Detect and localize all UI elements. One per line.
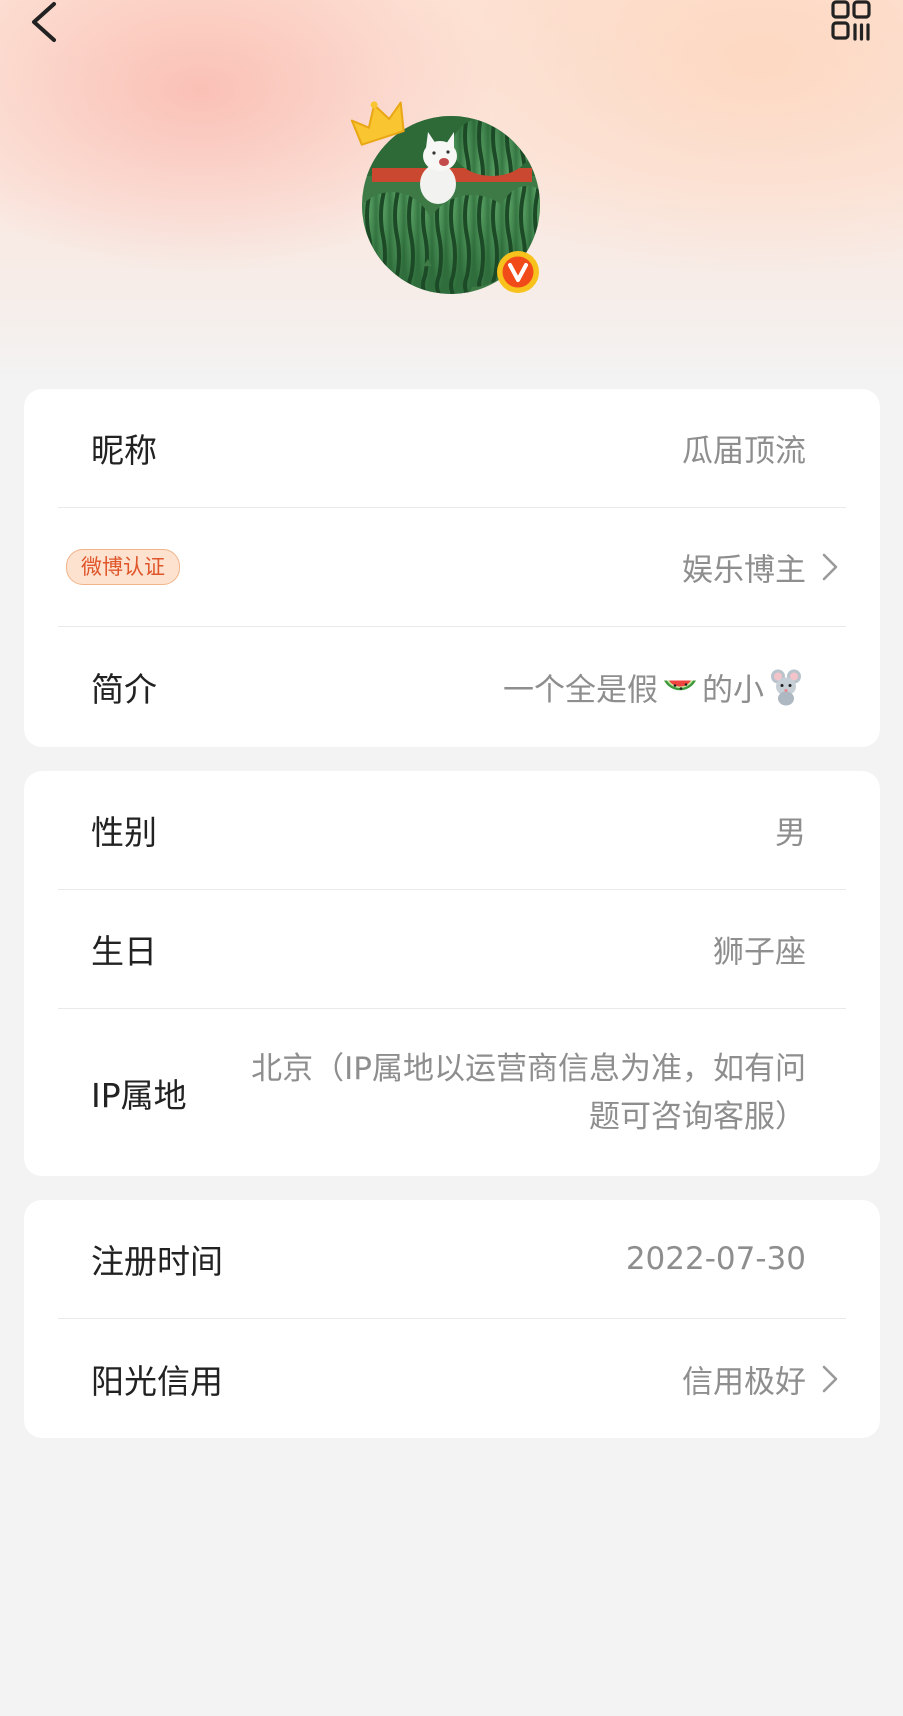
bio-text-part1: 一个全是假 — [503, 672, 658, 708]
certification-value: 娱乐博主 — [682, 552, 806, 589]
sunshine-credit-value: 信用极好 — [682, 1364, 806, 1400]
register-time-row[interactable]: 注册时间 2022-07-30 — [58, 1200, 846, 1319]
gender-label: 性别 — [91, 813, 157, 852]
chevron-right-icon — [822, 1365, 838, 1392]
weibo-cert-badge: 微博认证 — [66, 549, 180, 585]
bio-row[interactable]: 简介 一个全是假 的小 — [58, 627, 846, 746]
gender-row[interactable]: 性别 男 — [58, 771, 846, 890]
ip-location-label: IP属地 — [91, 1075, 187, 1115]
qr-code-button[interactable] — [826, 0, 876, 50]
sunshine-credit-row[interactable]: 阳光信用 信用极好 — [58, 1319, 846, 1438]
avatar-container[interactable] — [350, 101, 540, 294]
bio-text-part2: 的小 — [702, 672, 764, 708]
gender-value: 男 — [775, 815, 806, 852]
account-info-card: 注册时间 2022-07-30 阳光信用 信用极好 — [24, 1200, 880, 1438]
basic-info-card: 昵称 瓜届顶流 微博认证 娱乐博主 简介 一个全是假 的小 — [24, 389, 880, 747]
crown-icon — [350, 101, 405, 146]
birthday-label: 生日 — [91, 932, 157, 971]
nickname-row[interactable]: 昵称 瓜届顶流 — [58, 389, 846, 508]
sunshine-credit-label: 阳光信用 — [91, 1361, 223, 1401]
watermelon-emoji-icon — [664, 680, 696, 691]
birthday-row[interactable]: 生日 狮子座 — [58, 890, 846, 1009]
qr-code-icon — [831, 0, 871, 41]
verified-v-icon — [497, 251, 539, 293]
certification-row[interactable]: 微博认证 娱乐博主 — [58, 508, 846, 627]
chevron-left-icon — [32, 2, 56, 42]
ip-location-row[interactable]: IP属地 北京（IP属地以运营商信息为准，如有问题可咨询客服） — [58, 1009, 846, 1176]
personal-info-card: 性别 男 生日 狮子座 IP属地 北京（IP属地以运营商信息为准，如有问题可咨询… — [24, 771, 880, 1176]
mouse-emoji-icon — [771, 669, 801, 706]
ip-location-value: 北京（IP属地以运营商信息为准，如有问题可咨询客服） — [251, 1050, 806, 1135]
nickname-label: 昵称 — [91, 431, 157, 470]
birthday-value: 狮子座 — [713, 934, 806, 971]
chevron-right-icon — [822, 553, 838, 581]
profile-info-page: 昵称 瓜届顶流 微博认证 娱乐博主 简介 一个全是假 的小 性别 男 生日 狮子… — [0, 0, 903, 1716]
bio-value: 一个全是假 的小 — [503, 664, 806, 709]
register-time-value: 2022-07-30 — [625, 1241, 806, 1277]
register-time-label: 注册时间 — [91, 1242, 223, 1281]
nickname-value: 瓜届顶流 — [682, 433, 806, 470]
back-button[interactable] — [22, 0, 72, 50]
bio-label: 简介 — [91, 669, 157, 709]
